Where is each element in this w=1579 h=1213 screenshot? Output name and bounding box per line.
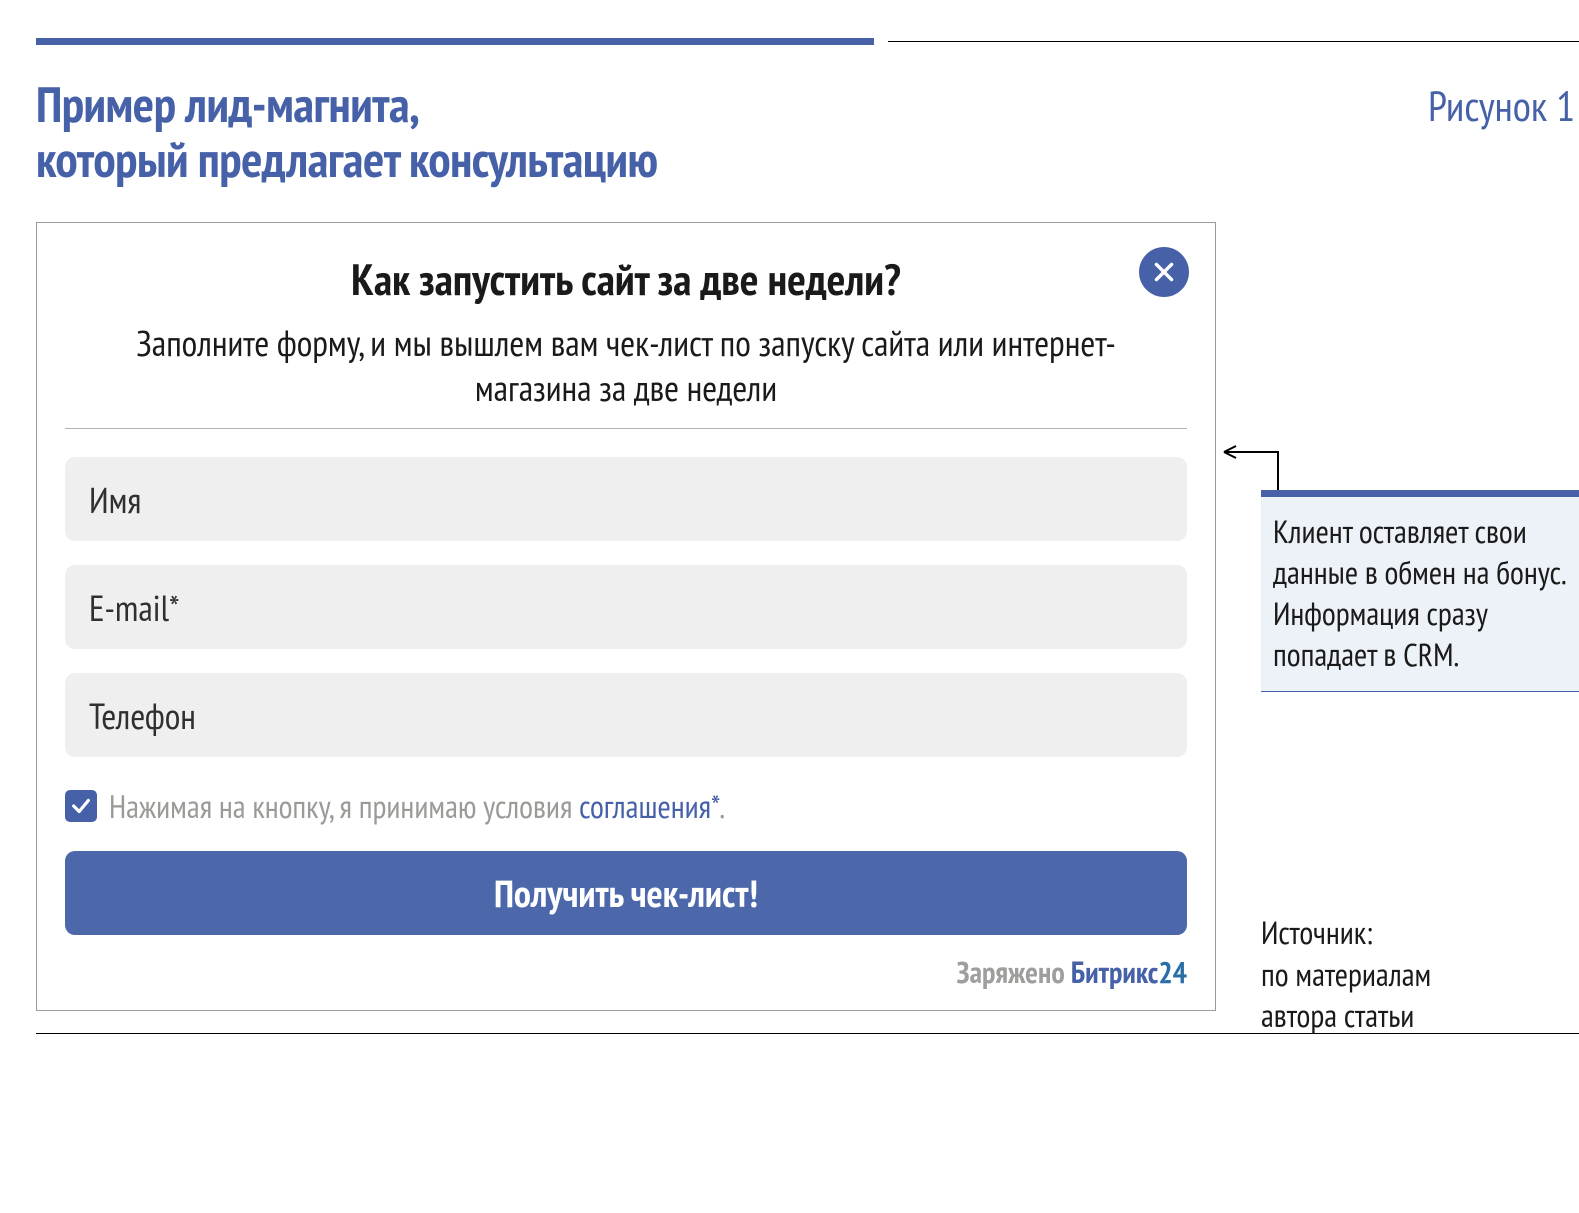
form-title: Как запустить сайт за две недели? <box>65 251 1187 308</box>
consent-link[interactable]: соглашения <box>579 785 711 827</box>
name-input[interactable] <box>65 457 1187 541</box>
consent-checkbox[interactable] <box>65 790 97 822</box>
top-rule <box>36 38 1579 46</box>
powered-by: Заряжено Битрикс24 <box>65 953 1187 992</box>
annotation-note: Клиент оставляет свои данные в обмен на … <box>1261 490 1579 692</box>
form-subtitle: Заполните форму, и мы вышлем вам чек-лис… <box>65 320 1187 429</box>
close-icon[interactable] <box>1139 247 1189 297</box>
submit-button[interactable]: Получить чек-лист! <box>65 851 1187 935</box>
figure-number: Рисунок 1 <box>1428 76 1579 133</box>
source-caption: Источник: по материалам автора статьи <box>1261 912 1431 1037</box>
consent-row: Нажимая на кнопку, я принимаю условия со… <box>65 785 1187 827</box>
phone-input[interactable] <box>65 673 1187 757</box>
page-title: Пример лид-магнита, который предлагает к… <box>36 76 658 186</box>
lead-form-card: Как запустить сайт за две недели? Заполн… <box>36 222 1216 1011</box>
email-input[interactable] <box>65 565 1187 649</box>
consent-text: Нажимая на кнопку, я принимаю условия со… <box>109 785 725 827</box>
